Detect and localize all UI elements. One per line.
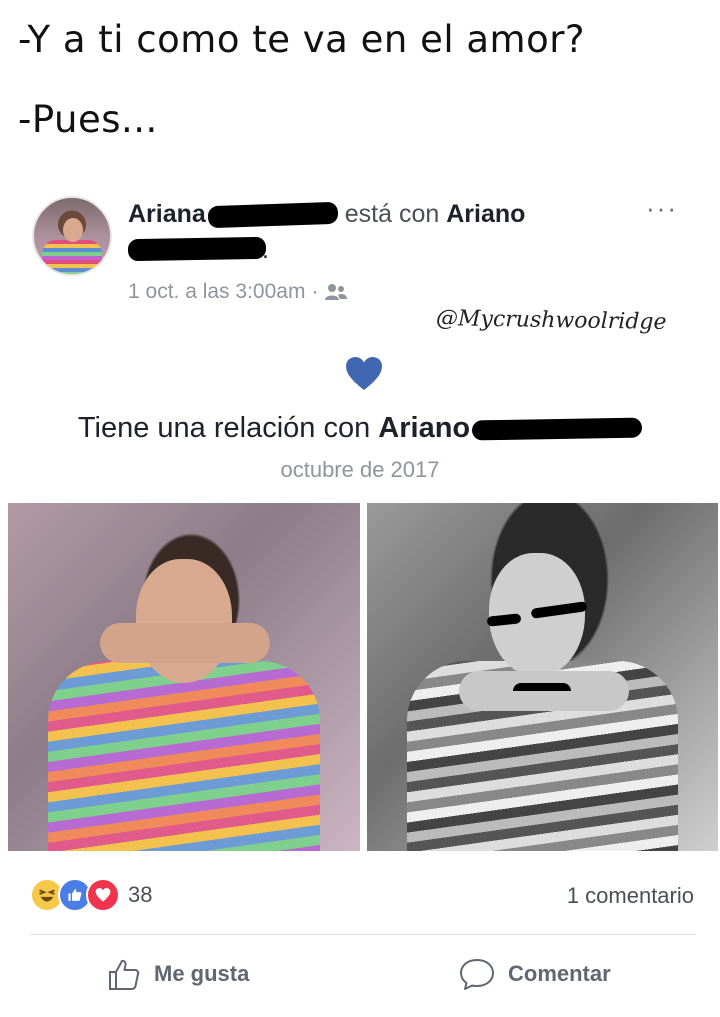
author-name[interactable]: Ariana xyxy=(128,200,206,228)
reaction-count[interactable]: 38 xyxy=(128,882,152,908)
with-text: está con xyxy=(344,200,440,228)
comment-icon xyxy=(460,959,494,990)
caption-line-1: -Y a ti como te va en el amor? xyxy=(18,18,586,61)
comment-label: Comentar xyxy=(508,961,611,986)
redaction-mark xyxy=(127,236,267,262)
friends-icon[interactable] xyxy=(324,282,348,302)
love-icon xyxy=(86,878,120,912)
post-meta: 1 oct. a las 3:00am · xyxy=(128,280,348,304)
redaction-mark xyxy=(207,202,339,229)
post-header: Ariana está con Ariano xyxy=(128,200,525,229)
author-avatar[interactable] xyxy=(32,196,112,276)
relationship-prefix: Tiene una relación con xyxy=(77,412,371,444)
thumbs-up-icon xyxy=(109,959,140,990)
actions-divider xyxy=(30,934,696,935)
photo-left[interactable] xyxy=(8,503,360,851)
comment-count[interactable]: 1 comentario xyxy=(567,883,694,909)
post-time[interactable]: 1 oct. a las 3:00am xyxy=(128,280,305,304)
reactions-summary[interactable]: 38 xyxy=(30,878,152,912)
tagged-name[interactable]: Ariano xyxy=(446,200,525,228)
relationship-date: octubre de 2017 xyxy=(280,457,440,482)
drawn-frown xyxy=(513,683,571,691)
meta-separator: · xyxy=(311,280,319,303)
comment-button[interactable]: Comentar xyxy=(458,956,611,992)
watermark: @Mycrushwoolridge xyxy=(435,305,667,336)
redaction-mark xyxy=(471,417,643,441)
photo-right[interactable] xyxy=(367,503,718,851)
heart-icon xyxy=(346,357,382,390)
caption-line-2: -Pues... xyxy=(18,98,158,141)
more-options-icon[interactable]: ··· xyxy=(646,195,686,226)
relationship-partner[interactable]: Ariano xyxy=(378,412,470,444)
period: . xyxy=(262,236,269,264)
like-label: Me gusta xyxy=(154,961,250,986)
relationship-line: Tiene una relación con Ariano xyxy=(0,412,720,445)
like-button[interactable]: Me gusta xyxy=(106,956,249,992)
